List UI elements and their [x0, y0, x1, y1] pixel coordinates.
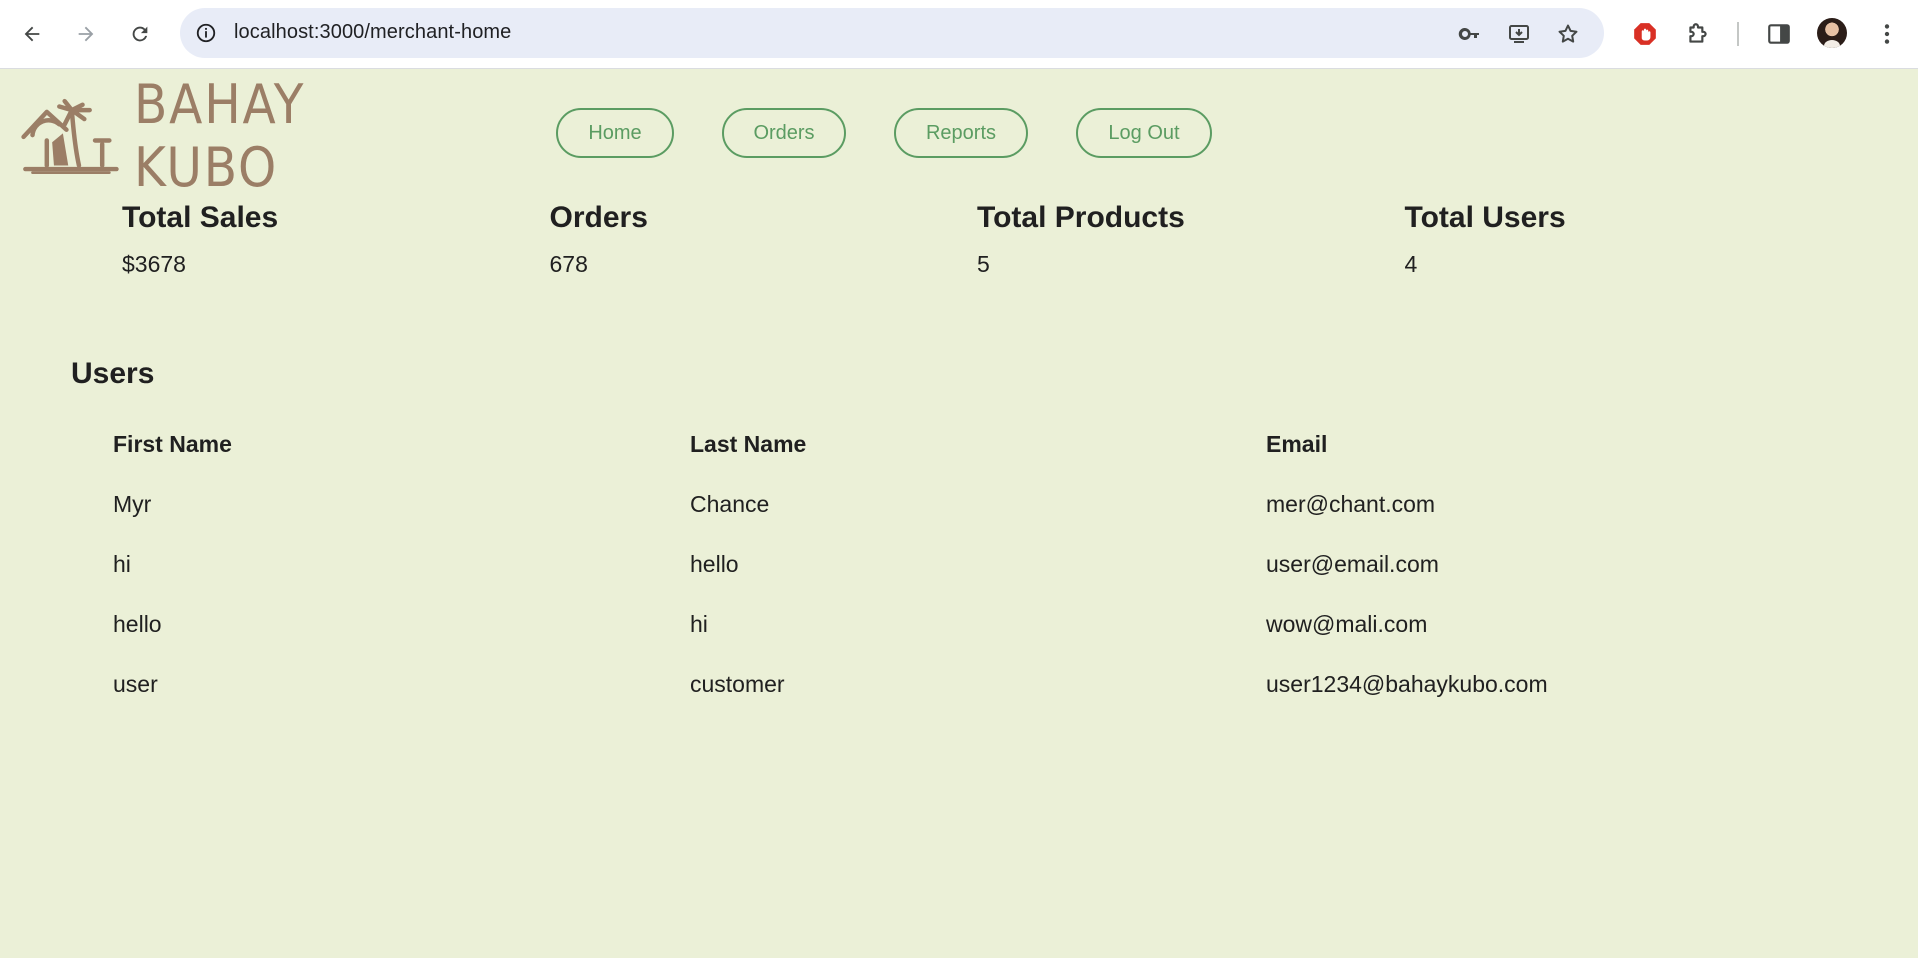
- reload-icon: [132, 26, 148, 42]
- table-row: Myr Chance mer@chant.com: [113, 474, 1766, 534]
- side-panel-button[interactable]: [1762, 17, 1796, 51]
- site-info-button[interactable]: [194, 21, 218, 45]
- arrow-left-icon: [24, 26, 40, 42]
- install-icon: [1509, 25, 1529, 43]
- profile-avatar[interactable]: [1817, 18, 1847, 48]
- cell-last-name: hello: [690, 550, 739, 577]
- brand-logo[interactable]: BAHAY KUBO: [20, 73, 464, 199]
- side-panel-icon: [1768, 24, 1790, 44]
- password-manager-button[interactable]: [1456, 20, 1484, 48]
- stat-title: Total Sales: [122, 201, 279, 234]
- browser-menu-button[interactable]: [1870, 17, 1904, 51]
- cell-first-name: Myr: [113, 490, 152, 517]
- table-row: hi hello user@email.com: [113, 534, 1766, 594]
- table-row: user customer user1234@bahaykubo.com: [113, 654, 1766, 714]
- install-app-button[interactable]: [1505, 20, 1533, 48]
- info-icon: [196, 23, 216, 43]
- puzzle-icon: [1689, 23, 1707, 43]
- forward-button[interactable]: [66, 14, 106, 54]
- cell-last-name: Chance: [690, 490, 770, 517]
- nav-reports-button[interactable]: Reports: [894, 108, 1028, 158]
- stat-value: 4: [1404, 251, 1418, 277]
- main-navigation: Home Orders Reports Log Out: [556, 108, 1212, 158]
- stat-title: Orders: [549, 201, 648, 234]
- stat-value: 678: [549, 251, 588, 277]
- nav-logout-button[interactable]: Log Out: [1076, 108, 1212, 158]
- cell-first-name: user: [113, 670, 158, 697]
- table-row: hello hi wow@mali.com: [113, 594, 1766, 654]
- stat-total-sales: Total Sales $3678: [122, 198, 550, 278]
- stat-orders: Orders 678: [550, 198, 978, 278]
- cell-first-name: hi: [113, 550, 131, 577]
- stat-title: Total Products: [977, 201, 1185, 234]
- kebab-menu-icon: [1884, 24, 1890, 44]
- table-header-row: First Name Last Name Email: [113, 414, 1766, 474]
- column-header-email: Email: [1266, 430, 1328, 457]
- cell-email: mer@chant.com: [1266, 490, 1436, 517]
- arrow-right-icon: [78, 26, 94, 42]
- users-section-title: Users: [71, 357, 155, 390]
- adblock-extension-button[interactable]: [1628, 17, 1662, 51]
- stat-value: 5: [977, 251, 990, 277]
- nav-home-button[interactable]: Home: [556, 108, 674, 158]
- cell-email: user@email.com: [1266, 550, 1439, 577]
- stats-summary: Total Sales $3678 Orders 678 Total Produ…: [122, 198, 1832, 278]
- nav-orders-button[interactable]: Orders: [722, 108, 846, 158]
- brand-name: BAHAY KUBO: [133, 73, 306, 199]
- extensions-button[interactable]: [1681, 17, 1715, 51]
- browser-toolbar: localhost:3000/merchant-home: [0, 0, 1918, 69]
- address-bar[interactable]: localhost:3000/merchant-home: [180, 8, 1604, 58]
- nipa-hut-logo-icon: [21, 98, 119, 174]
- stat-title: Total Users: [1404, 201, 1566, 234]
- bookmark-button[interactable]: [1554, 20, 1582, 48]
- stat-value: $3678: [122, 251, 186, 277]
- reload-button[interactable]: [120, 14, 160, 54]
- url-text[interactable]: localhost:3000/merchant-home: [234, 21, 511, 44]
- star-icon: [1558, 24, 1578, 43]
- key-icon: [1458, 28, 1479, 40]
- stat-total-users: Total Users 4: [1405, 198, 1833, 278]
- stop-hand-icon: [1634, 23, 1656, 45]
- cell-first-name: hello: [113, 610, 162, 637]
- column-header-first-name: First Name: [113, 430, 232, 457]
- back-button[interactable]: [12, 14, 52, 54]
- cell-email: wow@mali.com: [1266, 610, 1428, 637]
- cell-last-name: hi: [690, 610, 708, 637]
- column-header-last-name: Last Name: [690, 430, 807, 457]
- cell-email: user1234@bahaykubo.com: [1266, 670, 1548, 697]
- users-table: First Name Last Name Email Myr Chance me…: [113, 414, 1766, 714]
- cell-last-name: customer: [690, 670, 785, 697]
- toolbar-divider: [1737, 22, 1739, 46]
- stat-total-products: Total Products 5: [977, 198, 1405, 278]
